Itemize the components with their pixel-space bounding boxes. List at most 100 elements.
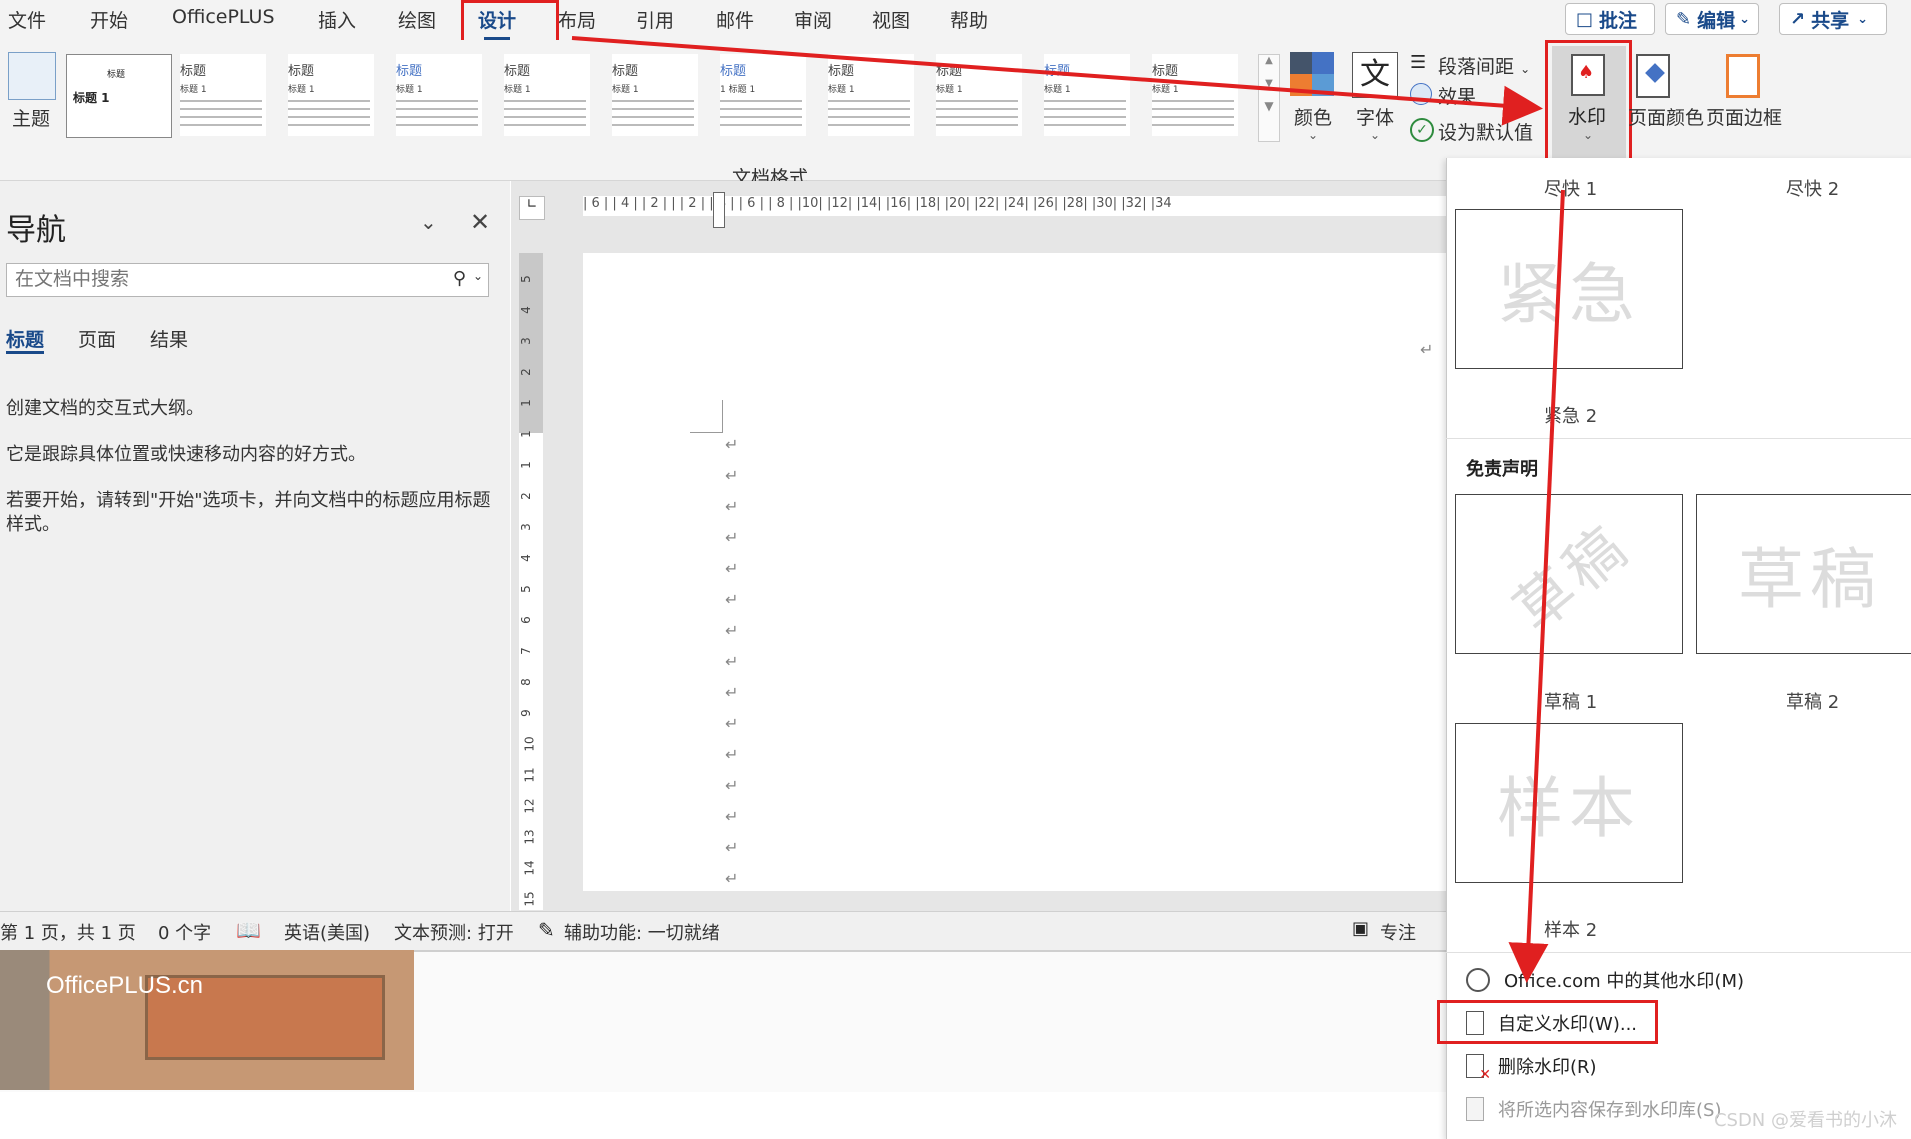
menu-officeplus[interactable]: OfficePLUS — [172, 6, 275, 28]
style-thumb[interactable]: 标题 标题 1 — [1152, 54, 1238, 136]
set-default-button[interactable]: 设为默认值 — [1438, 118, 1533, 145]
document-page[interactable] — [583, 253, 1463, 891]
style-thumb[interactable]: 标题 标题 1 — [180, 54, 266, 136]
wm-option-sample[interactable]: 样本 — [1455, 723, 1683, 883]
tab-pages[interactable]: 页面 — [78, 325, 116, 352]
tab-stop-selector[interactable]: ∟ — [519, 196, 545, 220]
vertical-ruler-tick: 4 — [518, 306, 533, 314]
wm-label-draft1: 草稿 1 — [1544, 692, 1598, 713]
menu-view[interactable]: 视图 — [872, 6, 910, 33]
nav-options-chevron-icon[interactable]: ⌄ — [420, 210, 437, 234]
theme-label[interactable]: 主题 — [12, 104, 50, 131]
comment-icon: □ — [1576, 8, 1594, 30]
paragraph-spacing-button[interactable]: 段落间距 ⌄ — [1438, 52, 1530, 79]
paragraph-mark: ↵ — [725, 745, 739, 764]
paragraph-mark: ↵ — [725, 559, 739, 578]
style-thumb[interactable]: 标题 标题 1 — [504, 54, 590, 136]
chevron-down-icon[interactable]: ▼ — [1259, 78, 1279, 89]
status-words[interactable]: 0 个字 — [158, 919, 211, 945]
edit-button[interactable]: ✎ 编辑 ⌄ — [1665, 3, 1759, 35]
accessibility-icon[interactable]: ✎ — [538, 918, 555, 942]
menu-mailings[interactable]: 邮件 — [716, 6, 754, 33]
banner-text: OfficePLUS.cn — [46, 972, 203, 999]
indent-marker[interactable] — [713, 192, 725, 228]
status-prediction[interactable]: 文本预测: 打开 — [394, 919, 514, 945]
page-color-button[interactable]: 页面颜色 — [1628, 103, 1704, 130]
fonts-icon[interactable]: 文 — [1352, 52, 1398, 98]
style-thumb[interactable]: 标题 标题 1 — [288, 54, 374, 136]
colors-swatch-icon[interactable] — [1290, 52, 1334, 96]
status-focus[interactable]: 专注 — [1380, 919, 1416, 945]
tab-results[interactable]: 结果 — [150, 325, 188, 352]
remove-watermark-icon: ✕ — [1466, 1054, 1491, 1083]
wm-label-urgent2: 紧急 2 — [1544, 406, 1598, 427]
share-button[interactable]: ↗ 共享 ⌄ — [1779, 3, 1887, 35]
paragraph-spacing-icon[interactable]: ☰ — [1410, 52, 1426, 73]
close-icon[interactable]: ✕ — [470, 208, 490, 236]
theme-icon[interactable] — [8, 52, 56, 100]
style-thumb-selected[interactable]: 标题 标题 1 — [66, 54, 172, 138]
save-to-gallery-command[interactable]: 将所选内容保存到水印库(S) — [1466, 1096, 1721, 1122]
search-icon[interactable]: ⚲ — [453, 268, 466, 289]
wm-option-urgent[interactable]: 紧急 — [1455, 209, 1683, 369]
style-thumb[interactable]: 标题 标题 1 — [612, 54, 698, 136]
gallery-scroll[interactable]: ▲ ▼ ▼ — [1258, 54, 1280, 142]
style-thumb[interactable]: 标题 标题 1 — [828, 54, 914, 136]
paragraph-mark: ↵ — [725, 497, 739, 516]
vertical-ruler-tick: 9 — [518, 709, 533, 717]
vertical-ruler-tick: 6 — [518, 616, 533, 624]
wm-option-draft1[interactable]: 草稿 — [1455, 494, 1683, 654]
chevron-up-icon[interactable]: ▲ — [1259, 55, 1279, 66]
colors-label[interactable]: 颜色 — [1294, 103, 1332, 130]
page-border-icon[interactable] — [1726, 54, 1760, 98]
chevron-down-icon[interactable]: ⌄ — [1308, 128, 1318, 142]
page-border-button[interactable]: 页面边框 — [1706, 103, 1782, 130]
style-thumb[interactable]: 标题 标题 1 — [1044, 54, 1130, 136]
gallery-more-icon[interactable]: ▼ — [1259, 99, 1279, 113]
comment-button[interactable]: □ 批注 — [1565, 3, 1655, 35]
fonts-label[interactable]: 字体 — [1356, 103, 1394, 130]
status-language[interactable]: 英语(美国) — [284, 919, 370, 945]
chevron-down-icon[interactable]: ⌄ — [1370, 128, 1380, 142]
menu-layout[interactable]: 布局 — [558, 6, 596, 33]
chevron-down-icon: ⌄ — [1857, 11, 1869, 27]
style-thumb[interactable]: 标题 标题 1 — [396, 54, 482, 136]
proofing-book-icon[interactable]: 📖 — [236, 918, 261, 942]
chevron-down-icon: ⌄ — [1520, 62, 1531, 76]
menu-help[interactable]: 帮助 — [950, 6, 988, 33]
menu-review[interactable]: 审阅 — [794, 6, 832, 33]
menu-home[interactable]: 开始 — [90, 6, 128, 33]
vertical-ruler-tick: 2 — [518, 368, 533, 376]
chevron-down-icon[interactable]: ⌄ — [473, 269, 483, 283]
menu-bar: 文件 开始 OfficePLUS 插入 绘图 设计 布局 引用 邮件 审阅 视图… — [0, 0, 1911, 40]
wm-option-draft2[interactable]: 草稿 — [1696, 494, 1911, 654]
search-input[interactable] — [13, 267, 437, 291]
menu-draw[interactable]: 绘图 — [398, 6, 436, 33]
effects-icon[interactable] — [1410, 83, 1432, 105]
tab-headings[interactable]: 标题 — [6, 325, 44, 352]
nav-search-box[interactable]: ⚲ ⌄ — [6, 263, 489, 297]
status-accessibility[interactable]: 辅助功能: 一切就绪 — [564, 919, 720, 945]
vertical-ruler-tick: 14 — [522, 860, 537, 876]
focus-icon[interactable]: ▣ — [1352, 918, 1369, 939]
style-thumb[interactable]: 标题 标题 1 — [936, 54, 1022, 136]
paragraph-mark: ↵ — [725, 838, 739, 857]
page-color-icon[interactable] — [1636, 54, 1670, 98]
paragraph-mark: ↵ — [725, 869, 739, 888]
paragraph-mark: ↵ — [725, 466, 739, 485]
vertical-ruler-tick: 13 — [522, 829, 537, 845]
save-gallery-icon — [1466, 1097, 1484, 1121]
more-watermarks-command[interactable]: Office.com 中的其他水印(M) — [1466, 967, 1744, 993]
chevron-down-icon: ⌄ — [1739, 11, 1751, 27]
paragraph-mark: ↵ — [725, 683, 739, 702]
pencil-icon: ✎ — [1676, 8, 1692, 30]
wm-label-draft2: 草稿 2 — [1786, 692, 1840, 713]
effects-button[interactable]: 效果 — [1438, 82, 1476, 109]
menu-file[interactable]: 文件 — [8, 6, 46, 33]
menu-insert[interactable]: 插入 — [318, 6, 356, 33]
paragraph-mark: ↵ — [1420, 340, 1434, 359]
status-page[interactable]: 第 1 页，共 1 页 — [0, 919, 136, 945]
menu-references[interactable]: 引用 — [636, 6, 674, 33]
remove-watermark-command[interactable]: ✕ 删除水印(R) — [1466, 1053, 1597, 1083]
style-thumb[interactable]: 标题 1 标题 1 — [720, 54, 806, 136]
